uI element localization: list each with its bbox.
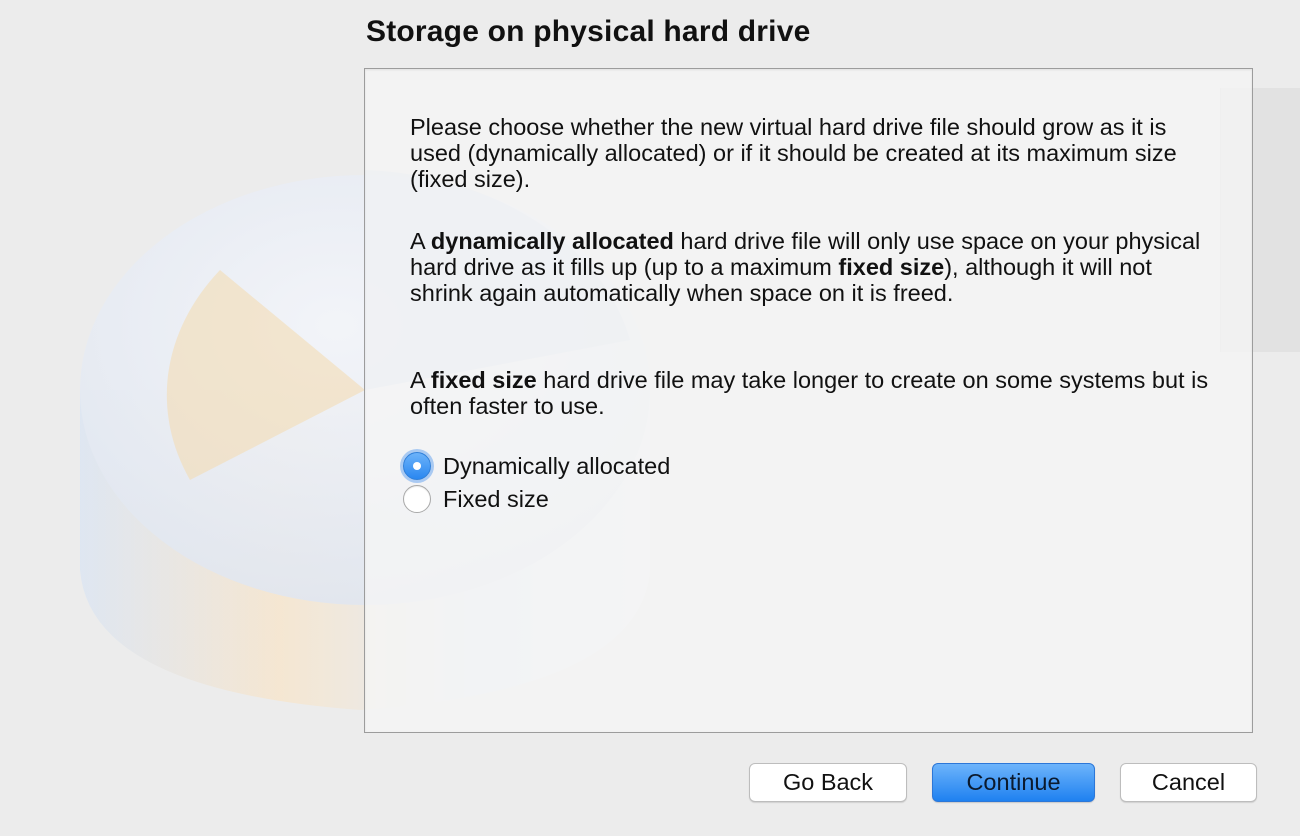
cancel-button[interactable]: Cancel — [1120, 763, 1257, 802]
continue-button[interactable]: Continue — [932, 763, 1095, 802]
content-box: Please choose whether the new virtual ha… — [364, 68, 1253, 733]
radio-button[interactable] — [403, 485, 431, 513]
description-paragraph-1: Please choose whether the new virtual ha… — [410, 114, 1177, 192]
description-paragraph-2: A dynamically allocated hard drive file … — [410, 228, 1201, 306]
option-label: Dynamically allocated — [443, 452, 671, 479]
option-label: Fixed size — [443, 485, 549, 512]
page-title: Storage on physical hard drive — [366, 15, 811, 48]
option-fixed-size[interactable]: Fixed size — [403, 483, 549, 515]
option-dynamically-allocated[interactable]: Dynamically allocated — [403, 450, 670, 482]
description-paragraph-3: A fixed size hard drive file may take lo… — [410, 367, 1209, 419]
radio-button-selected[interactable] — [403, 452, 431, 480]
go-back-button[interactable]: Go Back — [749, 763, 907, 802]
